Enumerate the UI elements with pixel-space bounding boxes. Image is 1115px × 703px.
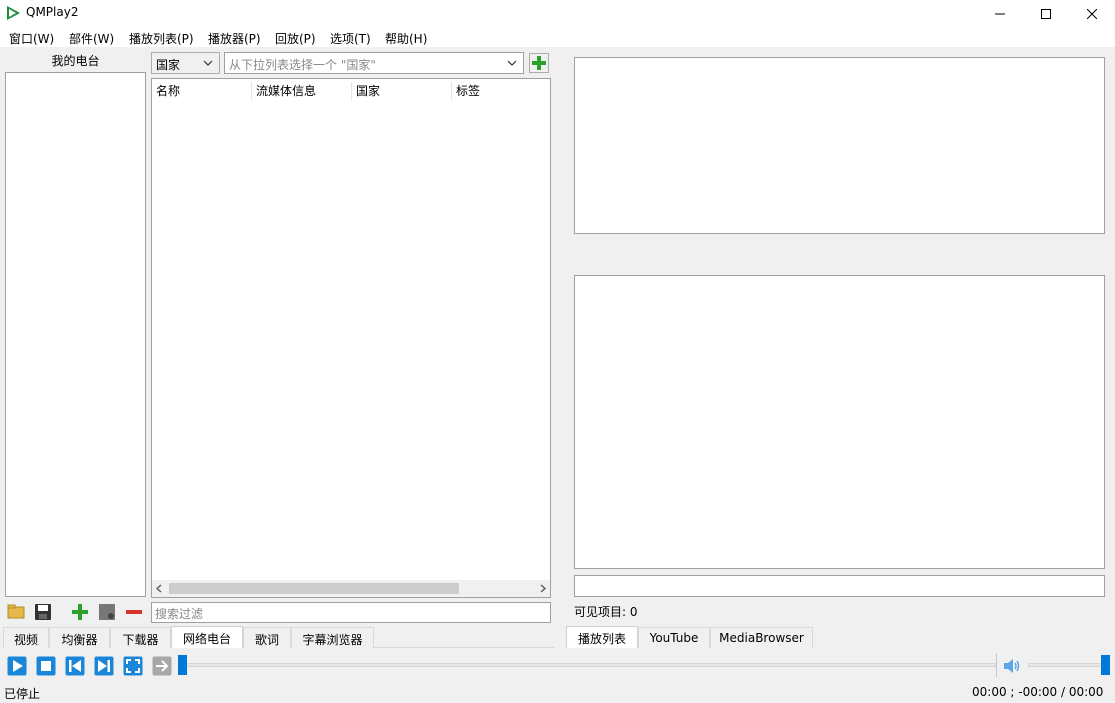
skip-previous-icon bbox=[65, 656, 85, 676]
playlist-filter-input[interactable] bbox=[574, 575, 1105, 597]
menu-player[interactable]: 播放器(P) bbox=[208, 30, 261, 47]
open-folder-button[interactable] bbox=[6, 602, 26, 622]
tab-playlist[interactable]: 播放列表 bbox=[566, 626, 638, 648]
my-stations-title: 我的电台 bbox=[51, 54, 100, 68]
add-station-button[interactable] bbox=[70, 602, 90, 622]
add-filter-button[interactable] bbox=[529, 53, 549, 73]
qmplay2-logo-icon bbox=[7, 6, 20, 20]
skip-next-icon bbox=[94, 656, 114, 676]
menu-options[interactable]: 选项(T) bbox=[330, 30, 371, 47]
volume-slider-track[interactable] bbox=[1028, 663, 1104, 667]
fullscreen-icon bbox=[123, 656, 143, 676]
playback-status: 已停止 bbox=[4, 687, 41, 701]
tab-downloader[interactable]: 下载器 bbox=[110, 627, 171, 648]
scroll-right-icon bbox=[540, 584, 546, 593]
search-placeholder: 搜索过滤 bbox=[155, 607, 204, 621]
plus-icon bbox=[532, 56, 546, 70]
my-stations-list[interactable] bbox=[5, 72, 146, 597]
menu-window[interactable]: 窗口(W) bbox=[9, 30, 54, 47]
time-display: 00:00 ; -00:00 / 00:00 bbox=[972, 685, 1104, 699]
tab-equalizer[interactable]: 均衡器 bbox=[49, 627, 110, 648]
edit-station-button[interactable] bbox=[97, 602, 117, 622]
maximize-icon bbox=[1041, 8, 1051, 19]
seek-slider-track[interactable] bbox=[178, 663, 996, 667]
remove-station-button[interactable] bbox=[124, 602, 144, 622]
volume-icon bbox=[1004, 659, 1020, 673]
menu-playlist[interactable]: 播放列表(P) bbox=[129, 30, 194, 47]
scrollbar-thumb[interactable] bbox=[169, 583, 459, 594]
tab-youtube[interactable]: YouTube bbox=[638, 627, 710, 648]
filter-value-placeholder: 从下拉列表选择一个 "国家" bbox=[229, 58, 376, 72]
previous-button[interactable] bbox=[65, 656, 85, 676]
stop-button[interactable] bbox=[36, 656, 56, 676]
menu-playback[interactable]: 回放(P) bbox=[275, 30, 316, 47]
filter-type-combo[interactable]: 国家 bbox=[151, 52, 220, 74]
menu-help[interactable]: 帮助(H) bbox=[385, 30, 427, 47]
playlist-panel[interactable] bbox=[574, 275, 1105, 569]
stop-icon bbox=[36, 656, 56, 676]
minimize-button[interactable] bbox=[977, 0, 1023, 27]
folder-icon bbox=[7, 604, 25, 619]
volume-slider-handle[interactable] bbox=[1101, 655, 1110, 675]
minus-icon bbox=[126, 610, 142, 614]
plus-icon bbox=[72, 604, 88, 620]
tab-video[interactable]: 视频 bbox=[3, 627, 49, 648]
close-button[interactable] bbox=[1069, 0, 1115, 27]
video-preview-panel bbox=[574, 57, 1105, 234]
seek-slider-handle[interactable] bbox=[178, 655, 187, 675]
edit-icon bbox=[99, 604, 115, 620]
save-icon bbox=[35, 604, 51, 620]
fullscreen-button[interactable] bbox=[123, 656, 143, 676]
station-table[interactable]: 名称 流媒体信息 国家 标签 bbox=[151, 78, 551, 598]
save-button[interactable] bbox=[33, 602, 53, 622]
chevron-down-icon bbox=[507, 60, 517, 66]
next-button[interactable] bbox=[94, 656, 114, 676]
filter-type-value: 国家 bbox=[156, 58, 181, 72]
tab-subtitle-browser[interactable]: 字幕浏览器 bbox=[291, 627, 374, 648]
column-header-name[interactable]: 名称 bbox=[152, 82, 252, 100]
tab-media-browser[interactable]: MediaBrowser bbox=[710, 627, 813, 648]
column-header-stream-info[interactable]: 流媒体信息 bbox=[252, 82, 352, 100]
tab-lyrics[interactable]: 歌词 bbox=[243, 627, 291, 648]
tab-internet-radio[interactable]: 网络电台 bbox=[171, 626, 243, 648]
minimize-icon bbox=[995, 13, 1005, 14]
column-header-tags[interactable]: 标签 bbox=[452, 82, 550, 100]
arrow-right-icon bbox=[152, 656, 172, 676]
filter-value-combo[interactable]: 从下拉列表选择一个 "国家" bbox=[224, 52, 524, 74]
scroll-left-icon bbox=[156, 584, 162, 593]
volume-divider bbox=[996, 653, 997, 677]
mute-button[interactable] bbox=[1002, 656, 1022, 676]
window-title: QMPlay2 bbox=[26, 5, 79, 19]
maximize-button[interactable] bbox=[1023, 0, 1069, 27]
close-icon bbox=[1087, 8, 1097, 19]
repeat-mode-button[interactable] bbox=[152, 656, 172, 676]
menu-bar: 窗口(W) 部件(W) 播放列表(P) 播放器(P) 回放(P) 选项(T) 帮… bbox=[0, 27, 1115, 47]
menu-widgets[interactable]: 部件(W) bbox=[69, 30, 114, 47]
chevron-down-icon bbox=[203, 60, 213, 66]
search-input[interactable]: 搜索过滤 bbox=[151, 602, 551, 623]
column-header-country[interactable]: 国家 bbox=[352, 82, 452, 100]
play-button[interactable] bbox=[7, 656, 27, 676]
play-icon bbox=[7, 656, 27, 676]
tab-bar-line bbox=[374, 647, 554, 648]
horizontal-scrollbar[interactable] bbox=[152, 580, 550, 597]
visible-items-label: 可见项目: 0 bbox=[574, 605, 638, 619]
title-bar: QMPlay2 bbox=[0, 0, 1115, 27]
